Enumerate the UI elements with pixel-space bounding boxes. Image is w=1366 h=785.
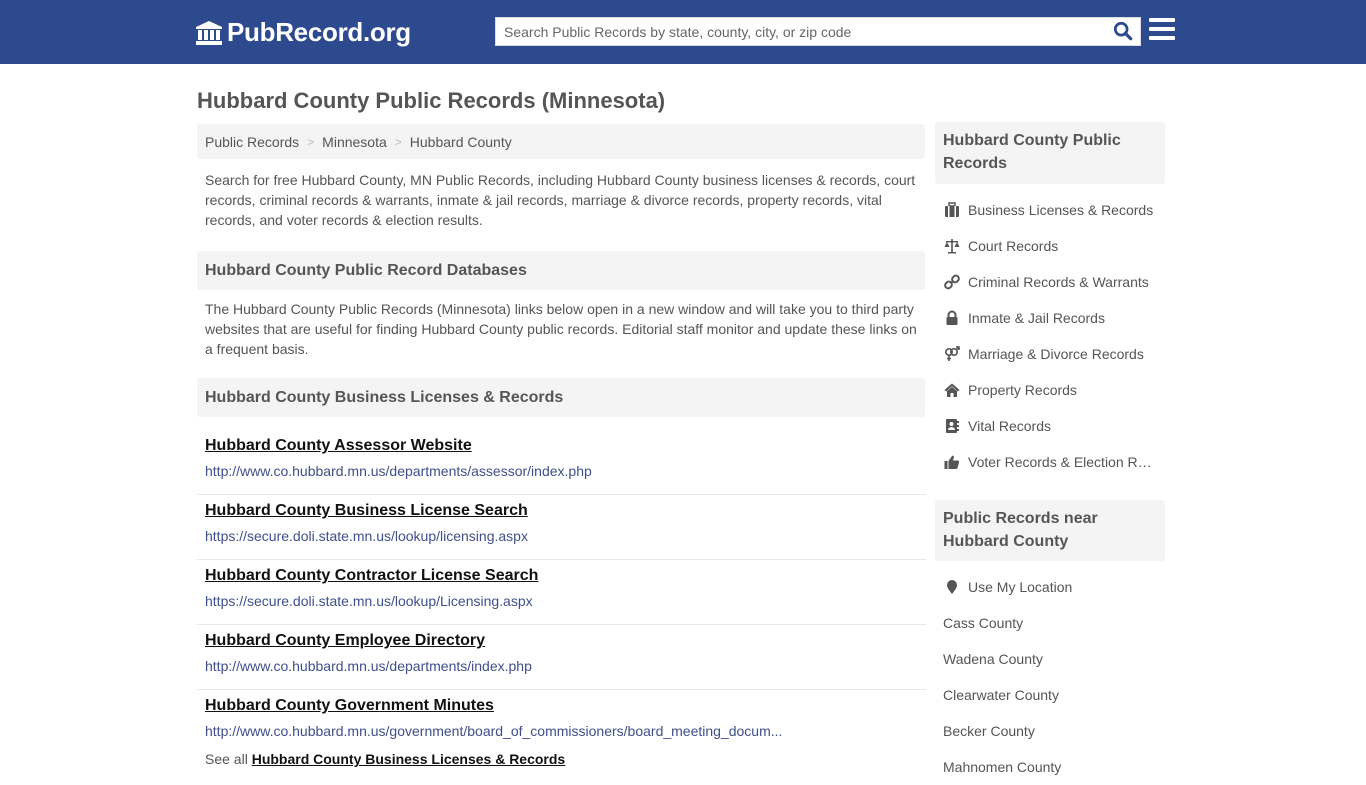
list-item: Hubbard County Government Minutes http:/… [197, 690, 926, 755]
sidebar-item-label: Voter Records & Election Results [968, 454, 1158, 470]
sidebar-item-vital[interactable]: Vital Records [935, 408, 1165, 444]
record-link-title[interactable]: Hubbard County Contractor License Search [205, 566, 918, 586]
menu-bar [1149, 36, 1175, 40]
see-all: See all Hubbard County Business Licenses… [205, 751, 565, 767]
sidebar-item-label: Court Records [968, 238, 1059, 254]
sidebar-records-list: Business Licenses & Records Court Record… [935, 192, 1165, 480]
sidebar-item-label: Marriage & Divorce Records [968, 346, 1144, 362]
record-link-title[interactable]: Hubbard County Employee Directory [205, 631, 918, 651]
nearby-county-link[interactable]: Wadena County [935, 641, 1165, 677]
business-links-list: Hubbard County Assessor Website http://w… [197, 430, 926, 755]
sidebar-item-inmate[interactable]: Inmate & Jail Records [935, 300, 1165, 336]
databases-description: The Hubbard County Public Records (Minne… [205, 301, 917, 357]
page-title: Hubbard County Public Records (Minnesota… [197, 88, 666, 113]
record-link-url: https://secure.doli.state.mn.us/lookup/L… [205, 593, 533, 609]
lock-icon [943, 310, 960, 326]
logo-text: PubRecord.org [227, 17, 411, 47]
top-navbar: PubRecord.org [0, 0, 1366, 64]
list-item: Hubbard County Employee Directory http:/… [197, 625, 926, 690]
list-item: Hubbard County Assessor Website http://w… [197, 430, 926, 495]
balance-scale-icon [943, 238, 960, 254]
site-logo[interactable]: PubRecord.org [195, 17, 411, 48]
sidebar-item-property[interactable]: Property Records [935, 372, 1165, 408]
sidebar-item-label: Property Records [968, 382, 1077, 398]
sidebar-nearby-list: Use My Location Cass County Wadena Count… [935, 569, 1165, 785]
nearby-county-link[interactable]: Clearwater County [935, 677, 1165, 713]
business-heading: Hubbard County Business Licenses & Recor… [197, 378, 925, 417]
thumbs-up-icon [943, 454, 960, 470]
sidebar-item-label: Vital Records [968, 418, 1052, 434]
sidebar-item-label: Inmate & Jail Records [968, 310, 1105, 326]
sidebar-item-marriage[interactable]: Marriage & Divorce Records [935, 336, 1165, 372]
record-link-title[interactable]: Hubbard County Government Minutes [205, 696, 918, 716]
breadcrumb-hubbard-county[interactable]: Hubbard County [410, 134, 512, 150]
sidebar-item-voter[interactable]: Voter Records & Election Results [935, 444, 1165, 480]
search-bar [495, 17, 1141, 46]
sidebar-nearby-heading: Public Records near Hubbard County [935, 500, 1165, 561]
venus-mars-icon [943, 346, 960, 362]
record-link-url: http://www.co.hubbard.mn.us/government/b… [205, 723, 783, 739]
nearby-county-link[interactable]: Mahnomen County [935, 749, 1165, 785]
search-input[interactable] [496, 18, 1096, 45]
intro-text: Search for free Hubbard County, MN Publi… [205, 172, 916, 228]
link-icon [943, 274, 960, 290]
briefcase-icon [943, 202, 960, 218]
breadcrumb: Public Records > Minnesota > Hubbard Cou… [197, 124, 925, 159]
record-link-url: https://secure.doli.state.mn.us/lookup/l… [205, 528, 528, 544]
breadcrumb-separator: > [307, 134, 315, 149]
breadcrumb-minnesota[interactable]: Minnesota [322, 134, 387, 150]
sidebar-item-criminal[interactable]: Criminal Records & Warrants [935, 264, 1165, 300]
see-all-link[interactable]: Hubbard County Business Licenses & Recor… [252, 751, 566, 767]
nearby-county-link[interactable]: Cass County [935, 605, 1165, 641]
nearby-county-link[interactable]: Becker County [935, 713, 1165, 749]
menu-bar [1149, 27, 1175, 31]
breadcrumb-separator: > [394, 134, 402, 149]
list-item: Hubbard County Contractor License Search… [197, 560, 926, 625]
breadcrumb-public-records[interactable]: Public Records [205, 134, 299, 150]
search-icon [1113, 21, 1133, 41]
home-icon [943, 382, 960, 398]
record-link-title[interactable]: Hubbard County Assessor Website [205, 436, 918, 456]
sidebar-item-label: Business Licenses & Records [968, 202, 1154, 218]
sidebar-item-business[interactable]: Business Licenses & Records [935, 192, 1165, 228]
courthouse-icon [196, 20, 222, 45]
see-all-prefix: See all [205, 751, 248, 767]
list-item: Hubbard County Business License Search h… [197, 495, 926, 560]
record-link-title[interactable]: Hubbard County Business License Search [205, 501, 918, 521]
record-link-url: http://www.co.hubbard.mn.us/departments/… [205, 463, 592, 479]
record-link-url: http://www.co.hubbard.mn.us/departments/… [205, 658, 532, 674]
use-my-location-label: Use My Location [968, 579, 1073, 595]
databases-heading: Hubbard County Public Record Databases [197, 251, 925, 290]
use-my-location-link[interactable]: Use My Location [935, 569, 1165, 605]
address-book-icon [943, 418, 960, 434]
hamburger-menu-button[interactable] [1149, 18, 1175, 44]
search-button[interactable] [1112, 21, 1134, 43]
sidebar-item-label: Criminal Records & Warrants [968, 274, 1149, 290]
menu-bar [1149, 18, 1175, 22]
sidebar-item-court[interactable]: Court Records [935, 228, 1165, 264]
map-marker-icon [943, 579, 960, 595]
sidebar-records-heading: Hubbard County Public Records [935, 122, 1165, 184]
